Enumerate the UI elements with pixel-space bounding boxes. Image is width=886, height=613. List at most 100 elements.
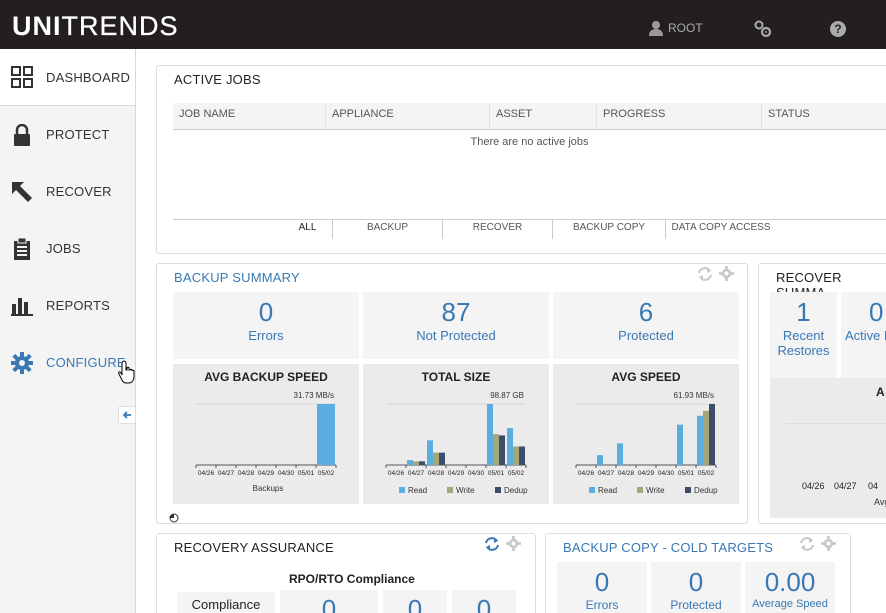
tick-label: 05/02	[698, 470, 715, 477]
stat-value: 0	[476, 594, 492, 613]
backup-summary-title: BACKUP SUMMARY	[174, 270, 300, 285]
bar-write[interactable]	[493, 434, 499, 465]
refresh-icon[interactable]	[799, 536, 815, 552]
tick-label: 04/30	[468, 470, 485, 477]
stat-value: 0	[688, 567, 704, 597]
bar-value[interactable]	[317, 404, 335, 465]
user-icon	[649, 21, 663, 36]
settings-gears-icon[interactable]	[753, 19, 773, 44]
avg-speed-chart: AVG SPEED 61.93 MB/s 04/26 04/27 04/28 04/29…	[553, 364, 739, 504]
sidebar-item-label: RECOVER	[46, 184, 112, 199]
settings-icon[interactable]	[821, 536, 836, 551]
bar-chart-icon	[10, 294, 34, 318]
sidebar-item-reports[interactable]: REPORTS	[0, 277, 135, 334]
filter-backup-copy[interactable]: BACKUP COPY	[553, 220, 666, 239]
cold-stat-average-speed[interactable]: 0.00 Average Speed	[745, 562, 835, 613]
stat-value: 0	[407, 594, 423, 613]
tick-label: 04/28	[618, 470, 635, 477]
stat-protected[interactable]: 6 Protected	[553, 292, 739, 359]
collapse-sidebar-button[interactable]	[118, 406, 136, 424]
bar-read[interactable]	[507, 427, 513, 465]
column-header-appliance[interactable]: APPLIANCE	[326, 103, 490, 130]
legend-swatch	[399, 487, 405, 493]
sidebar-item-recover[interactable]: RECOVER	[0, 163, 135, 220]
tick-label: 04/29	[638, 470, 655, 477]
tick-label: 05/01	[488, 470, 505, 477]
stat-label: Average Speed	[752, 598, 828, 610]
top-bar: UNI TRENDS ROOT ?	[0, 0, 886, 49]
compliance-value-1[interactable]: 0	[280, 590, 378, 613]
column-header-status[interactable]: STATUS	[762, 103, 886, 130]
bar-read[interactable]	[487, 404, 493, 465]
settings-icon[interactable]	[506, 536, 521, 551]
user-menu[interactable]: ROOT	[648, 20, 703, 36]
filter-backup[interactable]: BACKUP	[333, 220, 443, 239]
column-header-progress[interactable]: PROGRESS	[597, 103, 762, 130]
stat-errors[interactable]: 0 Errors	[173, 292, 359, 359]
help-icon[interactable]: ?	[829, 20, 847, 43]
filter-data-copy-access[interactable]: DATA COPY ACCESS	[666, 220, 776, 239]
unitrends-logo[interactable]: UNI TRENDS	[12, 10, 179, 41]
bar-write[interactable]	[513, 446, 519, 465]
backup-summary-tools	[697, 266, 734, 282]
sidebar-item-configure[interactable]: CONFIGURE	[0, 334, 135, 391]
stat-value: 0	[869, 297, 884, 327]
tick-label: 04/26	[578, 470, 595, 477]
filter-all[interactable]: ALL	[173, 220, 333, 239]
stat-value: 0.00	[764, 567, 816, 597]
dashboard-grid-icon	[10, 65, 34, 89]
sidebar-item-dashboard[interactable]: DASHBOARD	[0, 49, 135, 106]
column-header-job-name[interactable]: JOB NAME	[173, 103, 326, 130]
bar-dedup[interactable]	[439, 452, 445, 465]
bar-write[interactable]	[703, 410, 709, 465]
tick-label: 05/01	[678, 470, 695, 477]
cold-stat-errors[interactable]: 0 Errors	[557, 562, 647, 613]
axis-label: Avg	[874, 497, 886, 507]
bar-dedup[interactable]	[419, 461, 425, 465]
refresh-icon[interactable]	[484, 536, 500, 552]
bar-dedup[interactable]	[709, 404, 715, 465]
bar-read[interactable]	[597, 455, 603, 465]
sidebar-item-label: DASHBOARD	[46, 69, 131, 85]
stat-recent-restores[interactable]: 1 Recent Restores	[770, 292, 837, 378]
stat-active[interactable]: 0 Active F	[841, 292, 886, 378]
tick-label: 04/29	[448, 470, 465, 477]
refresh-icon[interactable]	[697, 266, 713, 282]
bar-write[interactable]	[413, 461, 419, 465]
tick-label: 04/27	[218, 470, 235, 477]
sidebar-item-label: REPORTS	[46, 298, 111, 313]
sidebar-item-protect[interactable]: PROTECT	[0, 106, 135, 163]
tick-label: 05/01	[298, 470, 315, 477]
tick-label: 04/26	[388, 470, 405, 477]
gridline	[786, 423, 886, 424]
stat-label-line2: Restores	[777, 343, 830, 358]
sidebar-item-jobs[interactable]: JOBS	[0, 220, 135, 277]
column-header-asset[interactable]: ASSET	[490, 103, 597, 130]
no-jobs-message: There are no active jobs	[470, 136, 589, 148]
legend-label: Write	[646, 486, 665, 495]
bar-write[interactable]	[433, 452, 439, 465]
bar-dedup[interactable]	[519, 446, 525, 465]
bar-read[interactable]	[677, 424, 683, 465]
bar-read[interactable]	[617, 443, 623, 465]
stat-value: 0	[258, 297, 274, 327]
max-value-label: 98.87 GB	[490, 391, 524, 400]
compliance-label: Compliance	[177, 592, 275, 613]
recover-arrow-icon	[10, 180, 34, 204]
bar-dedup[interactable]	[499, 435, 505, 465]
bar-read[interactable]	[427, 440, 433, 465]
bar-read[interactable]	[407, 460, 413, 465]
tick-label: 04/26	[802, 481, 825, 491]
filter-recover[interactable]: RECOVER	[443, 220, 553, 239]
compliance-value-3[interactable]: 0	[452, 590, 516, 613]
tick-label: 04	[868, 481, 879, 491]
settings-icon[interactable]	[719, 266, 734, 281]
pie-toggle-icon[interactable]	[169, 510, 179, 528]
cold-stat-protected[interactable]: 0 Protected	[651, 562, 741, 613]
legend-label: Dedup	[504, 486, 528, 495]
compliance-value-2[interactable]: 0	[383, 590, 447, 613]
bar-read[interactable]	[697, 415, 703, 465]
recovery-assurance-tools	[484, 536, 521, 552]
stat-not-protected[interactable]: 87 Not Protected	[363, 292, 549, 359]
stat-value: 0	[594, 567, 610, 597]
